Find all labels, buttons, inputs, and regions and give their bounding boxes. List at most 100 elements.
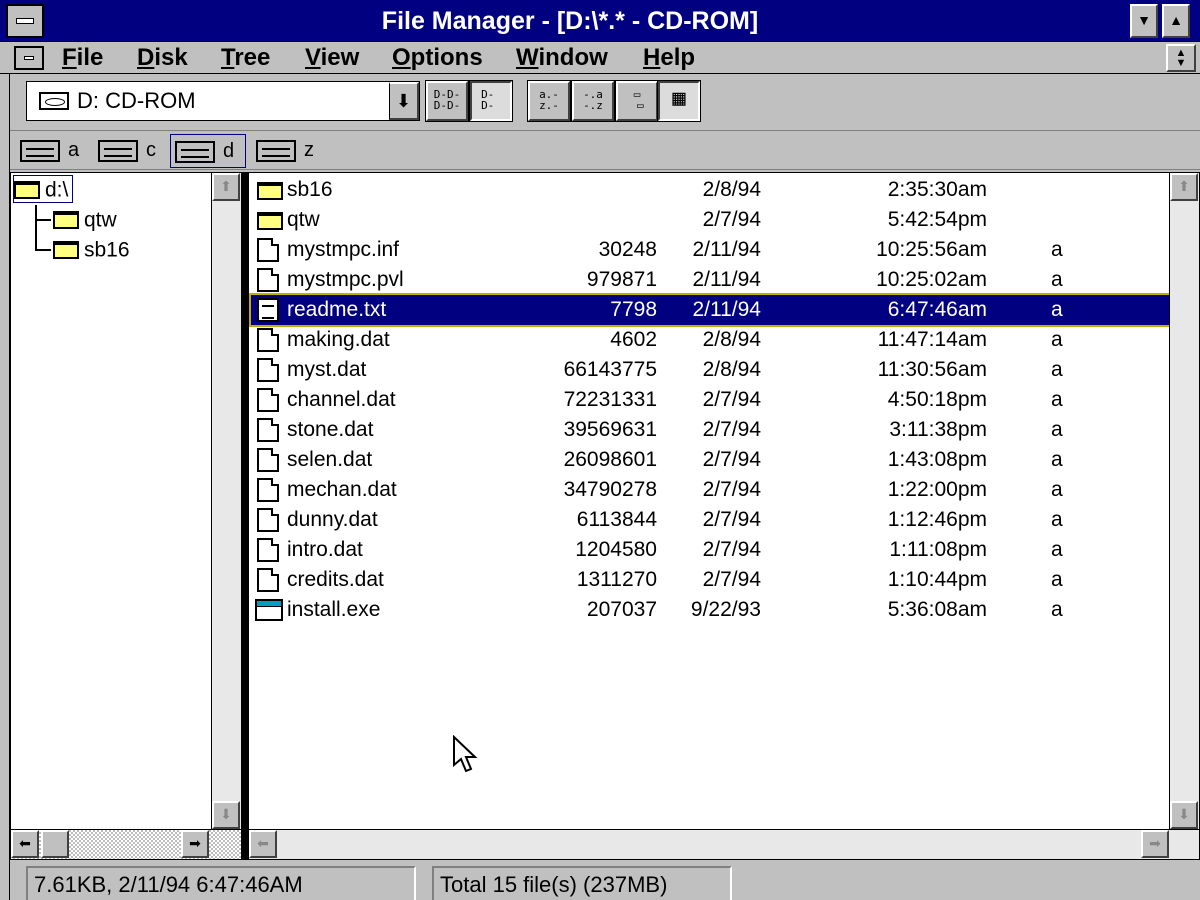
minimize-button[interactable]: ▼: [1130, 4, 1158, 38]
file-name: sb16: [287, 178, 333, 201]
file-row-channel-dat[interactable]: channel.dat 72231331 2/7/94 4:50:18pm a: [251, 385, 1169, 415]
file-row-readme-txt[interactable]: readme.txt 7798 2/11/94 6:47:46am a: [249, 293, 1171, 327]
tree-node-label: sb16: [84, 238, 130, 262]
folder-icon: [257, 182, 283, 200]
file-name: stone.dat: [287, 418, 374, 441]
hard-drive-icon: [98, 140, 138, 162]
new-window-icon: ▭ ▭: [633, 88, 644, 112]
title-bar[interactable]: File Manager - [D:\*.* - CD-ROM] ▼ ▲: [0, 0, 1200, 42]
drive-label: d: [223, 140, 235, 162]
file-row-credits-dat[interactable]: credits.dat 1311270 2/7/94 1:10:44pm a: [251, 565, 1169, 595]
file-date: 2/7/94: [702, 478, 761, 501]
view-by-name-button[interactable]: D-D- D-D-: [425, 80, 469, 122]
file-name: intro.dat: [287, 538, 363, 561]
file-name: making.dat: [287, 328, 390, 351]
menu-disk[interactable]: Disk: [137, 42, 188, 74]
menu-file[interactable]: File: [62, 42, 103, 74]
drive-a-button[interactable]: a: [16, 134, 96, 168]
drive-c-button[interactable]: c: [94, 134, 174, 168]
menu-view[interactable]: View: [305, 42, 359, 74]
directory-tree[interactable]: d:\ qtw sb16 ⬆ ⬇ ⬅ ➡: [10, 172, 242, 860]
minimize-icon: ▼: [1137, 12, 1151, 28]
details-view-icon: D- D-: [481, 88, 495, 112]
restore-button[interactable]: ▲ ▼: [1166, 44, 1196, 72]
dropdown-arrow-button[interactable]: ⬇: [389, 82, 419, 120]
drive-select-value: D: CD-ROM: [77, 88, 196, 113]
drive-label: a: [68, 139, 80, 161]
file-size: 207037: [586, 598, 657, 621]
sort-by-name-button[interactable]: a.- z.-: [527, 80, 571, 122]
view-all-details-button[interactable]: D- D-: [469, 80, 513, 122]
scroll-right-button[interactable]: ➡: [181, 830, 209, 858]
file-row-selen-dat[interactable]: selen.dat 26098601 2/7/94 1:43:08pm a: [251, 445, 1169, 475]
floppy-drive-icon: [20, 140, 60, 162]
file-name: dunny.dat: [287, 508, 378, 531]
tree-node-sb16[interactable]: sb16: [53, 236, 130, 264]
document-system-menu-button[interactable]: [14, 46, 44, 70]
scroll-left-button[interactable]: ⬅: [11, 830, 39, 858]
file-row-mystmpc-inf[interactable]: mystmpc.inf 30248 2/11/94 10:25:56am a: [251, 235, 1169, 265]
file-time: 6:47:46am: [887, 298, 987, 321]
chevron-down-icon: ⬇: [395, 91, 412, 111]
scroll-down-button[interactable]: ⬇: [1170, 801, 1198, 829]
mouse-cursor-icon: [453, 735, 478, 773]
file-attributes: a: [1051, 598, 1063, 621]
file-horizontal-scrollbar[interactable]: ⬅ ➡: [249, 829, 1199, 859]
scroll-thumb[interactable]: [41, 830, 69, 858]
status-selection-info: 7.61KB, 2/11/94 6:47:46AM: [26, 866, 416, 900]
tree-node-root[interactable]: d:\: [13, 175, 74, 203]
maximize-button[interactable]: ▲: [1162, 4, 1190, 38]
file-row-dunny-dat[interactable]: dunny.dat 6113844 2/7/94 1:12:46pm a: [251, 505, 1169, 535]
file-name: selen.dat: [287, 448, 373, 471]
file-size: 4602: [610, 328, 657, 351]
new-window-button[interactable]: ▭ ▭: [615, 80, 659, 122]
system-menu-icon: [16, 18, 34, 24]
sort-type-icon: -.a -.z: [583, 88, 603, 112]
file-name: myst.dat: [287, 358, 367, 381]
file-attributes: a: [1051, 238, 1063, 261]
app-system-menu-button[interactable]: [6, 4, 44, 38]
file-row-myst-dat[interactable]: myst.dat 66143775 2/8/94 11:30:56am a: [251, 355, 1169, 385]
scroll-right-button[interactable]: ➡: [1141, 830, 1169, 858]
drive-select[interactable]: D: CD-ROM ⬇: [26, 81, 420, 121]
save-settings-button[interactable]: ▦: [657, 80, 701, 122]
menu-help[interactable]: Help: [643, 42, 695, 74]
file-vertical-scrollbar[interactable]: ⬆ ⬇: [1169, 173, 1199, 829]
scroll-down-button[interactable]: ⬇: [212, 801, 240, 829]
file-row-install-exe[interactable]: install.exe 207037 9/22/93 5:36:08am a: [251, 595, 1169, 625]
file-row-stone-dat[interactable]: stone.dat 39569631 2/7/94 3:11:38pm a: [251, 415, 1169, 445]
file-row-qtw[interactable]: qtw 2/7/94 5:42:54pm: [251, 205, 1169, 235]
file-time: 1:22:00pm: [887, 478, 987, 501]
tree-vertical-scrollbar[interactable]: ⬆ ⬇: [211, 173, 241, 829]
scroll-up-button[interactable]: ⬆: [212, 173, 240, 201]
tree-node-qtw[interactable]: qtw: [53, 206, 117, 234]
sort-by-type-button[interactable]: -.a -.z: [571, 80, 615, 122]
file-row-making-dat[interactable]: making.dat 4602 2/8/94 11:47:14am a: [251, 325, 1169, 355]
file-row-intro-dat[interactable]: intro.dat 1204580 2/7/94 1:11:08pm a: [251, 535, 1169, 565]
menu-options[interactable]: Options: [392, 42, 483, 74]
file-row-mystmpc-pvl[interactable]: mystmpc.pvl 979871 2/11/94 10:25:02am a: [251, 265, 1169, 295]
menu-window[interactable]: Window: [516, 42, 608, 74]
file-time: 2:35:30am: [887, 178, 987, 201]
file-list[interactable]: sb16 2/8/94 2:35:30am qtw 2/7/94 5:42:54pm mys…: [248, 172, 1200, 860]
scroll-up-button[interactable]: ⬆: [1170, 173, 1198, 201]
file-row-sb16[interactable]: sb16 2/8/94 2:35:30am: [251, 175, 1169, 205]
menu-tree[interactable]: Tree: [221, 42, 270, 74]
file-size: 66143775: [563, 358, 657, 381]
document-icon: [257, 328, 279, 352]
open-folder-icon: [14, 181, 40, 200]
file-row-mechan-dat[interactable]: mechan.dat 34790278 2/7/94 1:22:00pm a: [251, 475, 1169, 505]
scroll-left-button[interactable]: ⬅: [249, 830, 277, 858]
file-time: 11:30:56am: [877, 358, 987, 381]
folder-icon: [257, 212, 283, 230]
tree-horizontal-scrollbar[interactable]: ⬅ ➡: [11, 829, 241, 859]
drive-z-button[interactable]: z: [252, 134, 332, 168]
tree-connector: [35, 249, 51, 251]
document-icon: [257, 568, 279, 592]
drive-d-button[interactable]: d: [170, 134, 246, 168]
folder-icon: [53, 241, 79, 260]
file-size: 39569631: [563, 418, 657, 441]
maximize-icon: ▲: [1169, 12, 1183, 28]
document-icon: [257, 358, 279, 382]
file-size: 1204580: [575, 538, 657, 561]
